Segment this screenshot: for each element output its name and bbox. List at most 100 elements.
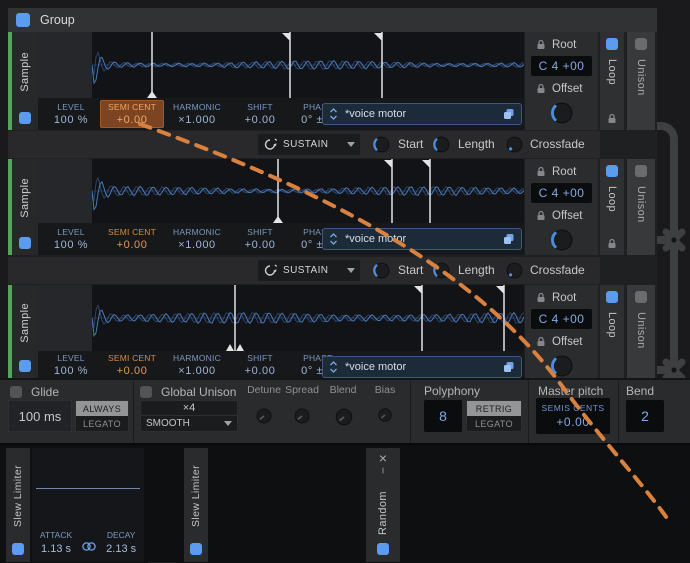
master-pitch-box[interactable]: SEMIS CENTS +0.00	[536, 398, 610, 434]
lock-icon[interactable]	[536, 210, 546, 221]
slew-enable-checkbox[interactable]	[12, 542, 24, 555]
sample-label-strip: Sample	[12, 159, 38, 255]
harmonic-param[interactable]: HARMONIC ×1.000	[164, 223, 230, 255]
loop-mode-dropdown[interactable]: SUSTAIN	[258, 134, 360, 155]
lock-icon[interactable]	[536, 166, 546, 177]
legato-button[interactable]: LEGATO	[467, 416, 521, 431]
link-icon[interactable]	[81, 541, 97, 552]
voice-motor-field[interactable]: *voice motor	[322, 103, 522, 125]
semi-cent-param[interactable]: SEMI CENT +0.00	[100, 351, 164, 378]
root-column: Root C 4 +00 Offset	[524, 285, 598, 378]
loop-checkbox[interactable]	[606, 38, 618, 50]
unison-mode-dropdown[interactable]: SMOOTH	[141, 416, 237, 431]
unison-label: Unison	[635, 59, 647, 96]
legato-button[interactable]: LEGATO	[76, 416, 128, 431]
always-button[interactable]: ALWAYS	[76, 401, 128, 416]
slew-limiter-1-display[interactable]: ATTACK 1.13 s DECAY 2.13 s	[32, 448, 144, 562]
voice-settings-bar: Glide 100 ms ALWAYS LEGATO Global Unison…	[0, 378, 690, 443]
collapse-icon[interactable]: −	[376, 467, 390, 474]
stepper-chevrons-icon[interactable]	[329, 360, 338, 374]
lock-icon[interactable]	[536, 336, 546, 347]
random-label: Random	[377, 490, 389, 535]
attack-param[interactable]: ATTACK 1.13 s	[40, 530, 72, 555]
root-label: Root	[552, 165, 577, 178]
semi-cent-param[interactable]: SEMI CENT +0.00	[100, 100, 164, 128]
retrig-button[interactable]: RETRIG	[467, 401, 521, 416]
unison-count[interactable]: ×4	[141, 401, 237, 416]
bias-label: Bias	[374, 384, 396, 396]
harmonic-param[interactable]: HARMONIC ×1.000	[164, 98, 230, 130]
offset-knob[interactable]	[525, 99, 598, 127]
decay-param[interactable]: DECAY 2.13 s	[106, 530, 136, 555]
lock-icon[interactable]	[536, 83, 546, 94]
harmonic-param[interactable]: HARMONIC ×1.000	[164, 351, 230, 378]
unison-strip: Unison	[627, 159, 655, 255]
length-knob[interactable]	[431, 134, 452, 155]
crossfade-label: Crossfade	[530, 137, 585, 151]
level-param[interactable]: LEVEL 100 %	[42, 98, 100, 130]
spread-knob[interactable]	[292, 406, 312, 426]
start-label: Start	[398, 263, 424, 277]
slew-limiter-2-strip: Slew Limiter	[184, 448, 208, 562]
waveform-display[interactable]	[92, 32, 524, 98]
polyphony-title: Polyphony	[424, 384, 481, 398]
waveform-display[interactable]	[92, 285, 524, 351]
start-knob[interactable]	[371, 134, 392, 155]
close-icon[interactable]: ×	[379, 451, 387, 465]
level-param[interactable]: LEVEL 100 %	[42, 223, 100, 255]
length-knob[interactable]	[431, 260, 452, 281]
crossfade-knob[interactable]	[504, 260, 525, 281]
polyphony-value-box[interactable]: 8	[424, 400, 462, 432]
loop-mode-bar: SUSTAIN Start Length Crossfade	[8, 257, 600, 284]
blend-knob[interactable]	[333, 406, 355, 428]
lock-icon[interactable]	[536, 292, 546, 303]
slew-level-line	[36, 488, 140, 489]
slew-enable-checkbox[interactable]	[190, 542, 202, 555]
unison-checkbox[interactable]	[635, 38, 647, 50]
bias-knob[interactable]	[376, 406, 394, 424]
shift-param[interactable]: SHIFT +0.00	[230, 223, 290, 255]
lock-icon[interactable]	[607, 113, 617, 124]
sample-enable-checkbox[interactable]	[19, 359, 31, 372]
detune-knob[interactable]	[254, 406, 274, 426]
root-value-box[interactable]: C 4 +00	[531, 183, 592, 203]
copy-icon[interactable]	[503, 108, 515, 120]
semi-cent-param[interactable]: SEMI CENT +0.00	[100, 223, 164, 255]
glide-checkbox[interactable]	[10, 386, 22, 398]
unison-checkbox[interactable]	[635, 291, 647, 303]
copy-icon[interactable]	[503, 361, 515, 373]
loop-strip: Loop	[600, 285, 624, 378]
sample-param-bar: LEVEL 100 % SEMI CENT +0.00 HARMONIC ×1.000…	[38, 223, 524, 255]
shift-param[interactable]: SHIFT +0.00	[230, 98, 290, 130]
start-knob[interactable]	[371, 260, 392, 281]
waveform-display[interactable]	[92, 159, 524, 223]
loop-checkbox[interactable]	[606, 165, 618, 177]
stepper-chevrons-icon[interactable]	[329, 107, 338, 121]
global-unison-checkbox[interactable]	[140, 386, 152, 398]
lock-icon[interactable]	[607, 238, 617, 249]
glide-time-box[interactable]: 100 ms	[8, 400, 72, 432]
loop-mode-dropdown[interactable]: SUSTAIN	[258, 260, 360, 281]
root-value-box[interactable]: C 4 +00	[531, 56, 592, 76]
crossfade-knob[interactable]	[504, 134, 525, 155]
root-value-box[interactable]: C 4 +00	[531, 309, 592, 329]
sample-enable-checkbox[interactable]	[19, 236, 31, 249]
bend-range-box[interactable]: 2	[626, 400, 664, 432]
loop-checkbox[interactable]	[606, 291, 618, 303]
shift-param[interactable]: SHIFT +0.00	[230, 351, 290, 378]
modulator-rack: Slew Limiter ATTACK 1.13 s DECAY 2.13 s Sl…	[0, 443, 690, 563]
offset-knob[interactable]	[525, 226, 598, 254]
voice-motor-field[interactable]: *voice motor	[322, 228, 522, 250]
voice-motor-field[interactable]: *voice motor	[322, 356, 522, 378]
unison-checkbox[interactable]	[635, 165, 647, 177]
group-enable-checkbox[interactable]	[16, 13, 30, 27]
group-title: Group	[40, 13, 75, 27]
offset-knob[interactable]	[525, 352, 598, 378]
stepper-chevrons-icon[interactable]	[329, 232, 338, 246]
random-enable-checkbox[interactable]	[377, 542, 389, 555]
level-param[interactable]: LEVEL 100 %	[42, 351, 100, 378]
voice-motor-name: *voice motor	[345, 233, 407, 245]
lock-icon[interactable]	[536, 39, 546, 50]
copy-icon[interactable]	[503, 233, 515, 245]
sample-enable-checkbox[interactable]	[19, 111, 31, 124]
